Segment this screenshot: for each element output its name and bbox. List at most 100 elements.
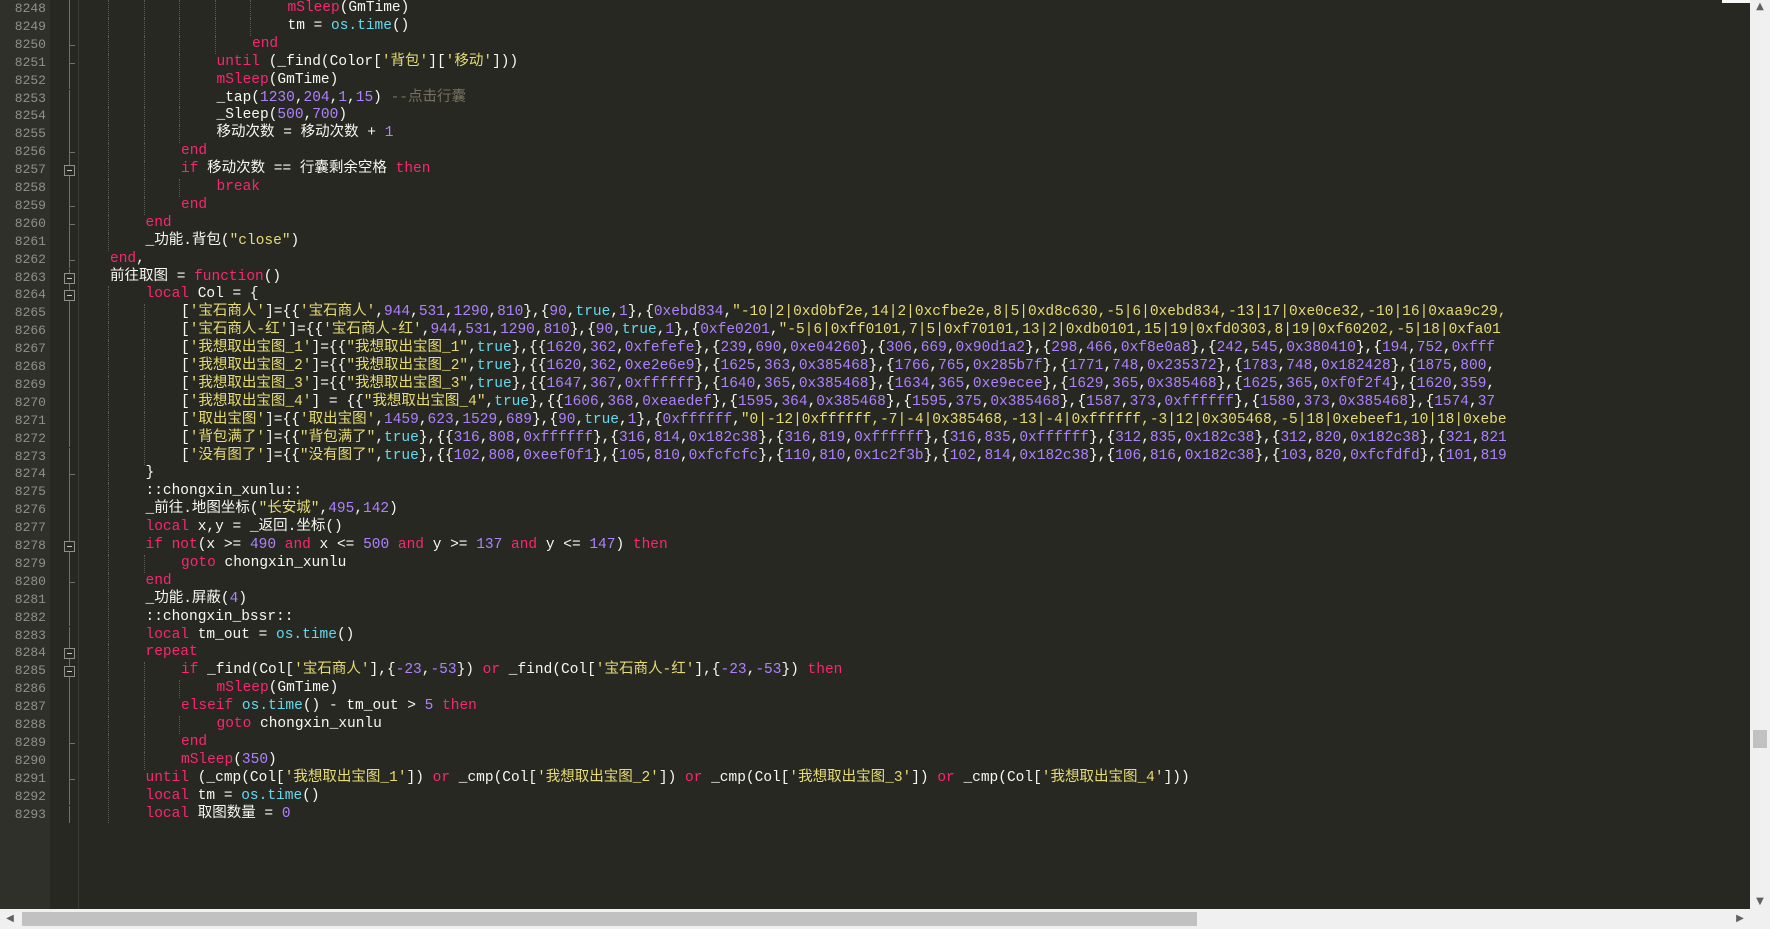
code-text[interactable]: ['我想取出宝图_1']={{"我想取出宝图_1",true},{{1620,3… [181, 340, 1495, 358]
code-text[interactable]: 前往取图 = function() [110, 269, 281, 287]
code-text[interactable]: local 取图数量 = 0 [146, 806, 291, 824]
code-text[interactable]: _功能.屏蔽(4) [146, 591, 248, 609]
code-text[interactable]: end [181, 143, 207, 161]
code-token: ) [389, 501, 398, 518]
code-token: 365 [938, 375, 965, 392]
horizontal-scrollbar[interactable]: ◀ ▶ [0, 909, 1770, 929]
fold-toggle-icon[interactable] [64, 644, 76, 663]
fold-toggle-icon[interactable] [64, 161, 76, 179]
code-text[interactable]: ['宝石商人-红']={{'宝石商人-红',944,531,1290,810},… [181, 322, 1501, 340]
code-text[interactable]: ['我想取出宝图_2']={{"我想取出宝图_2",true},{{1620,3… [181, 358, 1495, 376]
code-text[interactable]: ['宝石商人']={{'宝石商人',944,531,1290,810},{90,… [181, 304, 1507, 322]
code-token: 移动次数 == 行囊剩余空格 [198, 161, 396, 178]
fold-toggle-icon[interactable] [64, 662, 76, 681]
code-text[interactable]: break [217, 179, 261, 197]
code-token: , [1277, 358, 1287, 374]
indent-guide [179, 35, 180, 54]
code-text[interactable]: if _find(Col['宝石商人'],{-23,-53}) or _find… [181, 662, 842, 680]
code-token: '我想取出宝图_4' [189, 393, 312, 410]
vertical-scroll-thumb[interactable] [1753, 730, 1767, 748]
code-token: 298 [1051, 340, 1078, 357]
code-text[interactable]: mSleep(350) [181, 752, 277, 770]
scroll-up-icon[interactable]: ▲ [1753, 0, 1767, 14]
indent-guide [143, 340, 145, 358]
code-text[interactable]: elseif os.time() - tm_out > 5 then [181, 698, 477, 716]
code-token: , [1471, 447, 1481, 464]
code-text[interactable]: ::chongxin_bssr:: [146, 609, 294, 627]
fold-line-marker [64, 626, 76, 645]
code-text[interactable]: 移动次数 = 移动次数 + 1 [217, 125, 394, 143]
code-text[interactable]: repeat [146, 644, 198, 662]
code-token: , [410, 304, 419, 321]
code-text[interactable]: mSleep(GmTime) [217, 72, 339, 90]
code-text[interactable]: until (_cmp(Col['我想取出宝图_1']) or _cmp(Col… [146, 770, 1190, 788]
code-text[interactable]: _功能.背包("close") [146, 233, 300, 251]
code-text[interactable]: _tap(1230,204,1,15) --点击行囊 [217, 90, 466, 108]
indent-guide [108, 465, 109, 484]
indent-guide [108, 393, 109, 412]
code-text[interactable]: end, [110, 251, 145, 269]
vertical-scrollbar[interactable]: ▲ ▼ [1750, 0, 1770, 909]
code-token: 1634 [894, 375, 930, 392]
code-editor[interactable]: 8248 mSleep(GmTime) 8249 tm = os.time() 8250… [0, 0, 1750, 909]
code-text[interactable]: _前往.地图坐标("长安城",495,142) [146, 501, 398, 519]
code-text[interactable]: local x,y = _返回.坐标() [146, 519, 343, 537]
indent-guide [214, 0, 216, 18]
code-text[interactable]: end [181, 734, 207, 752]
code-token: ( [233, 751, 242, 768]
code-token: (_find(Color[ [260, 53, 382, 70]
code-text[interactable]: local tm_out = os.time() [146, 627, 355, 645]
scroll-left-icon[interactable]: ◀ [3, 912, 17, 926]
code-token: local [145, 787, 190, 804]
code-token: },{ [1419, 447, 1446, 464]
code-token: 0xffffff [624, 375, 695, 392]
code-text[interactable]: mSleep(GmTime) [217, 680, 339, 698]
fold-toggle-icon[interactable] [64, 286, 76, 305]
fold-line-marker [64, 107, 76, 126]
scroll-down-icon[interactable]: ▼ [1753, 895, 1767, 909]
scroll-right-icon[interactable]: ▶ [1733, 912, 1747, 926]
code-text[interactable]: local Col = { [146, 286, 259, 304]
code-token: },{ [523, 304, 550, 321]
line-number: 8291 [14, 770, 46, 786]
code-token: 取图数量 = [189, 805, 282, 822]
code-text[interactable]: ['没有图了']={{"没有图了",true},{{102,808,0xeef0… [181, 448, 1507, 466]
code-text[interactable]: local tm = os.time() [146, 788, 320, 806]
code-token: },{ [1216, 358, 1243, 374]
fold-toggle-icon[interactable] [64, 268, 76, 287]
code-text[interactable]: end [181, 197, 207, 215]
horizontal-scroll-thumb[interactable] [22, 912, 1197, 926]
code-token: 531 [418, 304, 445, 321]
indent-guide [108, 358, 109, 376]
code-token: , [964, 358, 973, 374]
code-text[interactable]: ::chongxin_xunlu:: [146, 483, 303, 501]
code-text[interactable]: ['取出宝图']={{'取出宝图',1459,623,1529,689},{90… [181, 412, 1507, 430]
code-text[interactable]: ['我想取出宝图_3']={{"我想取出宝图_3",true},{{1647,3… [181, 376, 1495, 394]
code-text[interactable]: goto chongxin_xunlu [181, 555, 346, 573]
code-text[interactable]: } [146, 465, 155, 483]
code-text[interactable]: ['我想取出宝图_4'] = {{"我想取出宝图_4",true},{{1606… [181, 394, 1495, 412]
code-token: 0xeef0f1 [523, 447, 593, 464]
code-text[interactable]: end [146, 573, 172, 591]
code-text[interactable]: until (_find(Color['背包']['移动'])) [217, 54, 519, 72]
fold-line-marker [64, 501, 76, 520]
code-token: 1290 [500, 322, 535, 339]
fold-line-marker [64, 143, 76, 162]
code-text[interactable]: tm = os.time() [288, 18, 410, 36]
code-text[interactable]: end [252, 36, 278, 54]
code-token: , [723, 304, 733, 321]
code-text[interactable]: end [146, 215, 172, 233]
fold-toggle-icon[interactable] [64, 537, 76, 555]
code-text[interactable]: if 移动次数 == 行囊剩余空格 then [181, 161, 430, 179]
code-text[interactable]: ['背包满了']={{"背包满了",true},{{316,808,0xffff… [181, 430, 1507, 448]
code-text[interactable]: _Sleep(500,700) [217, 107, 348, 125]
code-text[interactable]: goto chongxin_xunlu [217, 716, 382, 734]
code-token: 37 [1477, 393, 1496, 410]
code-token: , [566, 304, 576, 321]
fold-line-marker [64, 805, 76, 824]
line-number: 8270 [14, 394, 46, 410]
line-number: 8252 [14, 72, 46, 88]
code-text[interactable]: mSleep(GmTime) [288, 0, 410, 18]
code-text[interactable]: if not(x >= 490 and x <= 500 and y >= 13… [146, 537, 668, 555]
